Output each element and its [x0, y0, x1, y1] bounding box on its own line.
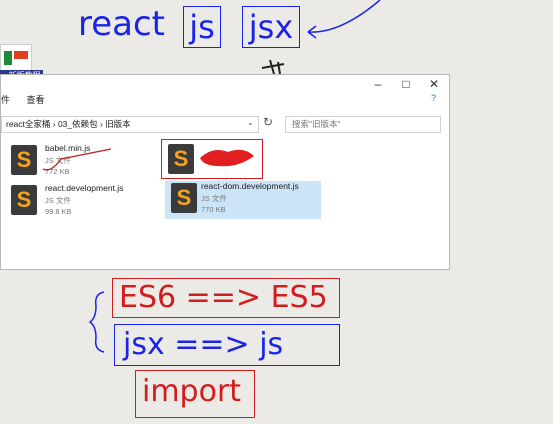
address-bar[interactable]: react全家桶 › 03_依赖包 › 旧版本: [1, 116, 259, 133]
file-size: 770 KB: [201, 205, 226, 214]
redaction-scribble: [200, 149, 254, 167]
annotation-import-box: import: [135, 370, 255, 418]
annotation-react: react: [78, 4, 166, 44]
close-button[interactable]: ✕: [421, 75, 447, 93]
ribbon-tab-view[interactable]: 查看: [27, 93, 45, 106]
file-item-selected[interactable]: S react-dom.development.js JS 文件 770 KB: [165, 181, 321, 219]
help-icon[interactable]: ?: [431, 93, 436, 103]
file-item[interactable]: S: [161, 139, 263, 179]
ribbon-tab-file[interactable]: 件: [1, 93, 10, 106]
arrow-annotation: [307, 0, 381, 39]
file-explorer-window: – □ ✕ 件 查看 ? react全家桶 › 03_依赖包 › 旧版本 ⌄ ↻…: [0, 74, 450, 270]
annotation-js-box: js: [183, 6, 221, 48]
annotation-jsx-box: jsx: [242, 6, 300, 48]
file-type: JS 文件: [45, 196, 71, 205]
chevron-down-icon[interactable]: ⌄: [247, 118, 254, 127]
file-item[interactable]: S react.development.js JS 文件 99.8 KB: [1, 183, 151, 223]
annotation-es6-box: ES6 ==> ES5: [112, 278, 340, 318]
sublime-file-icon: S: [168, 144, 194, 174]
file-name: react-dom.development.js: [201, 181, 299, 191]
sublime-file-icon: S: [171, 183, 197, 213]
maximize-button[interactable]: □: [393, 75, 419, 93]
file-name: react.development.js: [45, 183, 124, 193]
file-size: 99.8 KB: [45, 207, 72, 216]
refresh-icon[interactable]: ↻: [263, 115, 273, 129]
title-bar: – □ ✕: [1, 75, 449, 93]
search-input[interactable]: 搜索"旧版本": [285, 116, 441, 133]
address-row: react全家桶 › 03_依赖包 › 旧版本 ⌄ ↻ 搜索"旧版本": [1, 113, 449, 135]
ribbon-tabs: 件 查看 ?: [1, 93, 449, 109]
brace-annotation: [88, 291, 105, 353]
sublime-file-icon: S: [11, 185, 37, 215]
sublime-file-icon: S: [11, 145, 37, 175]
file-type: JS 文件: [201, 194, 227, 203]
minimize-button[interactable]: –: [365, 75, 391, 93]
pen-check-mark: [42, 148, 112, 171]
annotation-jsx-js-box: jsx ==> js: [114, 324, 340, 366]
